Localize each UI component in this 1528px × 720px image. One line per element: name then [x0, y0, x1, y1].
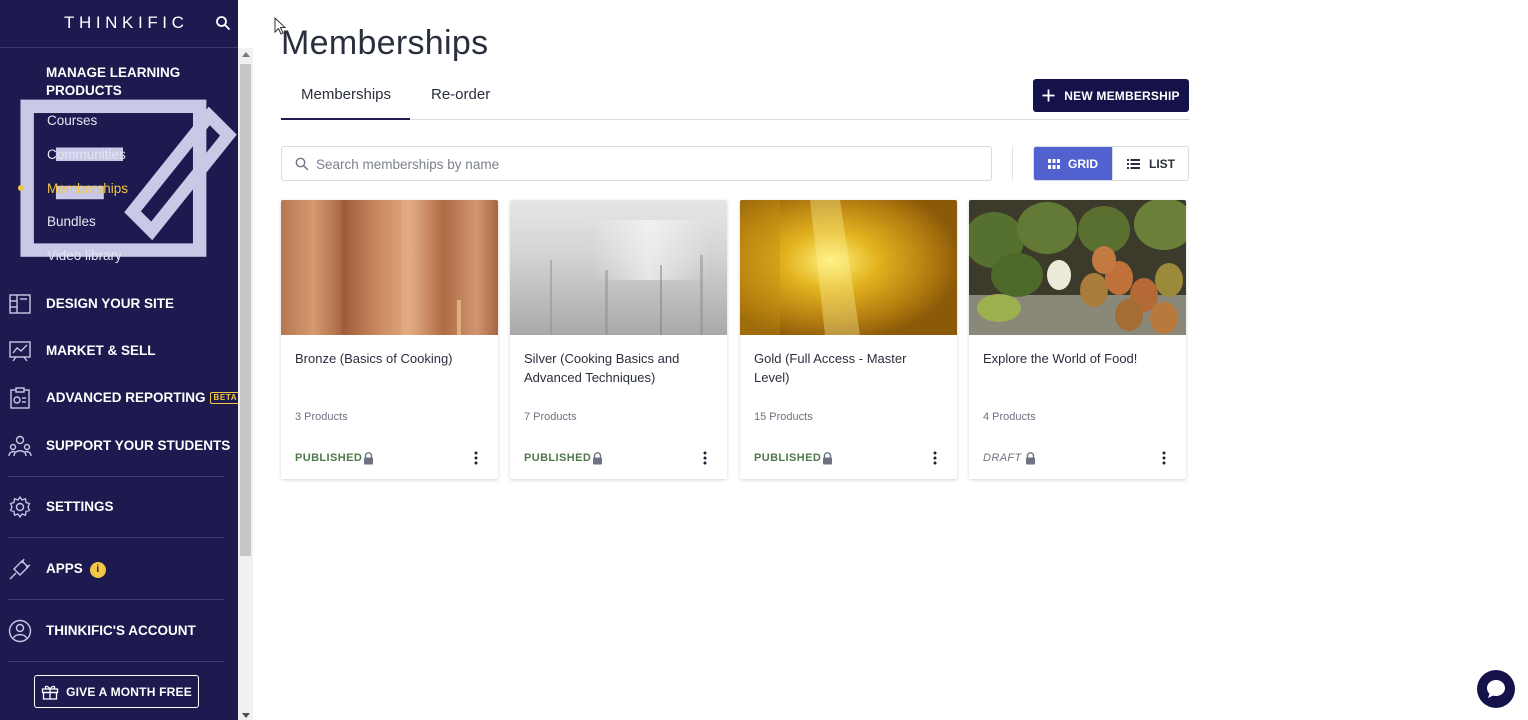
sidebar-item-advanced-reporting[interactable]: ADVANCED REPORTING BETA — [0, 380, 242, 416]
card-title: Gold (Full Access - Master Level) — [754, 351, 907, 385]
mouse-cursor-icon — [274, 17, 286, 35]
status-badge: PUBLISHED — [754, 452, 822, 464]
chat-bubble-icon — [1487, 680, 1505, 698]
search-icon[interactable] — [215, 15, 231, 31]
card-product-count: 4 Products — [983, 411, 1036, 423]
reporting-icon — [10, 387, 30, 409]
more-options-icon[interactable] — [701, 451, 709, 465]
gift-icon — [41, 685, 59, 700]
list-view-button[interactable]: LIST — [1112, 147, 1188, 180]
new-membership-label: NEW MEMBERSHIP — [1064, 88, 1180, 103]
chat-support-button[interactable] — [1477, 670, 1515, 708]
market-chart-icon — [9, 341, 31, 362]
plus-icon — [1042, 89, 1055, 102]
scroll-down-arrow-icon[interactable] — [242, 713, 250, 718]
beta-badge: BETA — [209, 392, 242, 404]
gear-icon — [9, 495, 31, 519]
lock-icon — [1026, 452, 1035, 465]
sidebar-item-label: APPS — [46, 561, 83, 576]
sidebar-item-label: DESIGN YOUR SITE — [46, 296, 175, 311]
sidebar-item-support-your-students[interactable]: SUPPORT YOUR STUDENTS — [0, 428, 238, 464]
design-layout-icon — [9, 294, 31, 314]
search-input[interactable] — [316, 154, 976, 174]
sidebar-item-market-and-sell[interactable]: MARKET & SELL — [0, 333, 238, 369]
membership-card-explore-food[interactable]: Explore the World of Food! 4 Products DR… — [969, 200, 1186, 479]
sidebar-item-label: SUPPORT YOUR STUDENTS — [46, 438, 231, 453]
page-title: Memberships — [281, 24, 489, 62]
brand-logo[interactable]: THINKIFIC — [64, 13, 189, 33]
list-label: LIST — [1149, 156, 1175, 171]
brand-bar: THINKIFIC — [0, 0, 238, 48]
sidebar-item-label-wrap: APPS i — [46, 561, 106, 578]
sidebar-item-label: ADVANCED REPORTING — [46, 390, 206, 405]
sidebar-subitem-memberships[interactable]: Memberships — [47, 181, 128, 196]
active-indicator-dot — [18, 185, 24, 191]
scrollbar-thumb[interactable] — [240, 64, 251, 556]
card-title: Silver (Cooking Basics and Advanced Tech… — [524, 351, 680, 385]
lock-icon — [823, 452, 832, 465]
card-product-count: 3 Products — [295, 411, 348, 423]
plug-icon — [9, 558, 31, 580]
search-bar — [281, 146, 992, 181]
give-button-label: GIVE A MONTH FREE — [66, 684, 192, 699]
sidebar-item-settings[interactable]: SETTINGS — [0, 489, 238, 525]
list-icon — [1127, 158, 1140, 169]
sidebar-item-thinkific-account[interactable]: THINKIFIC'S ACCOUNT — [0, 613, 238, 649]
bronze-texture-image — [281, 200, 498, 335]
grid-label: GRID — [1068, 156, 1098, 171]
sidebar-subitem-bundles[interactable]: Bundles — [47, 214, 96, 229]
silver-texture-image — [510, 200, 727, 335]
active-tab-underline — [281, 118, 410, 120]
sidebar-subitem-communities[interactable]: Communities — [47, 147, 126, 162]
sidebar-item-label: MARKET & SELL — [46, 343, 156, 358]
more-options-icon[interactable] — [931, 451, 939, 465]
view-toggle: GRID LIST — [1033, 146, 1189, 181]
sidebar-item-label: THINKIFIC'S ACCOUNT — [46, 623, 196, 638]
status-badge: PUBLISHED — [295, 452, 363, 464]
fruit-market-image — [969, 200, 1186, 335]
sidebar-scrollbar[interactable] — [238, 48, 253, 720]
membership-card-silver[interactable]: Silver (Cooking Basics and Advanced Tech… — [510, 200, 727, 479]
card-title: Bronze (Basics of Cooking) — [295, 351, 453, 366]
lock-icon — [593, 452, 602, 465]
grid-icon — [1048, 158, 1060, 169]
tab-memberships[interactable]: Memberships — [301, 86, 391, 103]
tab-re-order[interactable]: Re-order — [431, 86, 490, 103]
membership-card-gold[interactable]: Gold (Full Access - Master Level) 15 Pro… — [740, 200, 957, 479]
sidebar-item-label: MANAGE LEARNING PRODUCTS — [46, 65, 181, 98]
sidebar-subitem-video-library[interactable]: Video library — [47, 248, 122, 263]
sidebar-item-label-wrap: ADVANCED REPORTING BETA — [46, 390, 242, 405]
lock-icon — [364, 452, 373, 465]
sidebar-divider — [8, 661, 224, 662]
students-icon — [8, 435, 32, 457]
sidebar-divider — [8, 599, 224, 600]
card-title: Explore the World of Food! — [983, 351, 1138, 366]
sidebar-divider — [8, 476, 224, 477]
sidebar-divider — [8, 537, 224, 538]
grid-view-button[interactable]: GRID — [1034, 147, 1112, 180]
search-icon — [295, 157, 309, 171]
toolbar-separator — [1012, 146, 1013, 181]
gold-texture-image — [740, 200, 957, 335]
card-product-count: 15 Products — [754, 411, 813, 423]
account-icon — [8, 619, 32, 643]
new-membership-button[interactable]: NEW MEMBERSHIP — [1033, 79, 1189, 112]
info-icon: i — [89, 562, 106, 578]
sidebar-item-design-your-site[interactable]: DESIGN YOUR SITE — [0, 286, 238, 322]
status-badge: PUBLISHED — [524, 452, 592, 464]
sidebar-item-label: SETTINGS — [46, 499, 114, 514]
give-a-month-free-button[interactable]: GIVE A MONTH FREE — [34, 675, 199, 708]
more-options-icon[interactable] — [1160, 451, 1168, 465]
scroll-up-arrow-icon[interactable] — [242, 52, 250, 57]
more-options-icon[interactable] — [472, 451, 480, 465]
membership-card-bronze[interactable]: Bronze (Basics of Cooking) 3 Products PU… — [281, 200, 498, 479]
sidebar-item-apps[interactable]: APPS i — [0, 551, 238, 587]
status-badge: DRAFT — [983, 452, 1022, 464]
sidebar: THINKIFIC MANAGE LEARNING PRODUCTS Cours… — [0, 0, 242, 720]
card-product-count: 7 Products — [524, 411, 577, 423]
sidebar-subitem-courses[interactable]: Courses — [47, 113, 97, 128]
